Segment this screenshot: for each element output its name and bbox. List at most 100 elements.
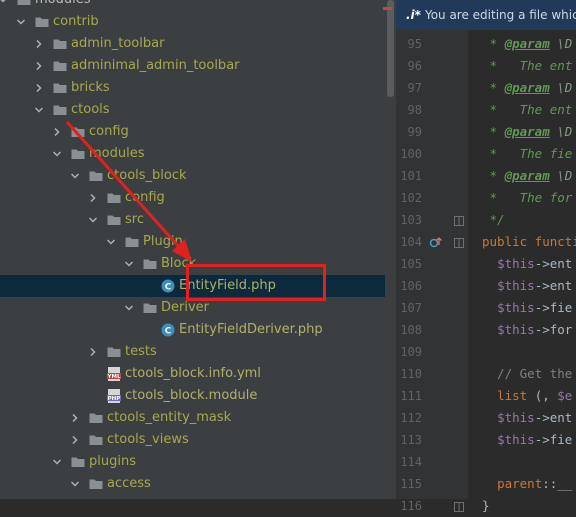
tree-folder-row[interactable]: src: [0, 209, 385, 231]
code-token: $this: [497, 432, 535, 447]
chevron-right-icon[interactable]: [35, 62, 43, 70]
code-line[interactable]: * The fie: [482, 143, 573, 165]
annotation-highlight-box: [186, 264, 326, 301]
tree-folder-row[interactable]: modules: [0, 0, 385, 11]
code-line[interactable]: $this->fie: [482, 429, 572, 451]
tree-folder-row[interactable]: bricks: [0, 77, 385, 99]
chevron-down-icon[interactable]: [71, 172, 79, 180]
line-number: 106: [400, 279, 422, 293]
tree-folder-row[interactable]: adminimal_admin_toolbar: [0, 55, 385, 77]
tree-scrollbar[interactable]: [385, 0, 396, 499]
tree-scrollbar-thumb[interactable]: [387, 0, 394, 97]
code-line[interactable]: $this->ent: [482, 275, 572, 297]
code-token: // Get the: [482, 366, 573, 381]
tree-item-label: contrib: [53, 14, 99, 29]
code-token: public functi: [482, 234, 576, 249]
chevron-down-icon[interactable]: [53, 458, 61, 466]
code-token: * The for: [482, 190, 573, 205]
code-line[interactable]: $this->ent: [482, 253, 572, 275]
code-token: \D: [549, 36, 573, 51]
code-line[interactable]: $this->ent: [482, 407, 572, 429]
tree-folder-row[interactable]: Plugin: [0, 231, 385, 253]
code-line[interactable]: * @param \D: [482, 77, 573, 99]
tree-folder-row[interactable]: tests: [0, 341, 385, 363]
chevron-down-icon[interactable]: [71, 480, 79, 488]
fold-marker-icon[interactable]: [454, 237, 464, 252]
line-number: 99: [407, 125, 422, 139]
tree-folder-row[interactable]: [0, 495, 385, 499]
code-line[interactable]: * The for: [482, 187, 573, 209]
line-number: 111: [400, 389, 422, 403]
code-line[interactable]: public functi: [482, 231, 576, 253]
chevron-right-icon[interactable]: [35, 84, 43, 92]
code-line[interactable]: * @param \D: [482, 33, 573, 55]
code-token: ->ent: [534, 278, 573, 293]
tree-item-label: ctools_block: [107, 168, 187, 183]
chevron-down-icon[interactable]: [89, 216, 97, 224]
code-line[interactable]: $this->for: [482, 319, 572, 341]
chevron-down-icon[interactable]: [107, 238, 115, 246]
tree-item-label: ctools_block.info.yml: [125, 366, 261, 381]
tree-folder-row[interactable]: plugins: [0, 451, 385, 473]
chevron-down-icon[interactable]: [125, 260, 133, 268]
code-line[interactable]: parent::__: [482, 473, 572, 495]
folder-icon: [17, 0, 31, 7]
tree-item-label: adminimal_admin_toolbar: [71, 58, 240, 73]
line-number: 101: [400, 169, 422, 183]
line-number: 102: [400, 191, 422, 205]
tree-file-row[interactable]: PHP ctools_block.module: [0, 385, 385, 407]
tree-item-label: ctools: [71, 102, 110, 117]
override-gutter-icon[interactable]: [429, 236, 443, 252]
tree-folder-row[interactable]: config: [0, 121, 385, 143]
tree-folder-row[interactable]: access: [0, 473, 385, 495]
line-number: 114: [400, 455, 422, 469]
code-token: \D: [549, 168, 573, 183]
fold-marker-icon[interactable]: [454, 215, 464, 230]
tree-folder-row[interactable]: ctools_entity_mask: [0, 407, 385, 429]
code-line[interactable]: }: [482, 495, 490, 517]
chevron-down-icon[interactable]: [53, 150, 61, 158]
code-token: $this: [497, 322, 535, 337]
tree-folder-row[interactable]: contrib: [0, 11, 385, 33]
tree-folder-row[interactable]: ctools_views: [0, 429, 385, 451]
chevron-right-icon[interactable]: [35, 40, 43, 48]
tree-folder-row[interactable]: ctools_block: [0, 165, 385, 187]
code-line[interactable]: * @param \D: [482, 165, 573, 187]
tree-folder-row[interactable]: ctools: [0, 99, 385, 121]
code-token: $this: [497, 278, 535, 293]
code-line[interactable]: list (, $e: [482, 385, 572, 407]
code-line[interactable]: // Get the: [482, 363, 572, 385]
chevron-right-icon[interactable]: [89, 348, 97, 356]
line-number: 98: [407, 103, 422, 117]
chevron-right-icon[interactable]: [71, 436, 79, 444]
chevron-down-icon[interactable]: [17, 18, 25, 26]
tree-folder-row[interactable]: modules: [0, 143, 385, 165]
chevron-right-icon[interactable]: [71, 414, 79, 422]
fold-marker-icon[interactable]: [454, 501, 464, 516]
code-line[interactable]: * The ent: [482, 99, 573, 121]
line-number: 104: [400, 235, 422, 249]
code-line[interactable]: $this->fie: [482, 297, 572, 319]
line-number: 109: [400, 345, 422, 359]
chevron-down-icon[interactable]: [0, 0, 7, 4]
folder-icon: [107, 191, 121, 205]
chevron-down-icon[interactable]: [35, 106, 43, 114]
tree-item-label: config: [125, 190, 165, 205]
code-token: list: [497, 388, 528, 403]
project-tree-panel[interactable]: modules contrib admin_toolbar adminimal_adm…: [0, 0, 385, 499]
tree-folder-row[interactable]: admin_toolbar: [0, 33, 385, 55]
code-line[interactable]: */: [482, 209, 505, 231]
chevron-right-icon[interactable]: [53, 128, 61, 136]
chevron-down-icon[interactable]: [125, 304, 133, 312]
folder-icon: [89, 477, 103, 491]
tree-file-row[interactable]: C EntityFieldDeriver.php: [0, 319, 385, 341]
chevron-right-icon[interactable]: [89, 194, 97, 202]
tree-file-row[interactable]: YML ctools_block.info.yml: [0, 363, 385, 385]
code-line[interactable]: * @param \D: [482, 121, 573, 143]
code-line[interactable]: * The ent: [482, 55, 573, 77]
code-token: @param: [504, 36, 550, 51]
tree-folder-row[interactable]: config: [0, 187, 385, 209]
